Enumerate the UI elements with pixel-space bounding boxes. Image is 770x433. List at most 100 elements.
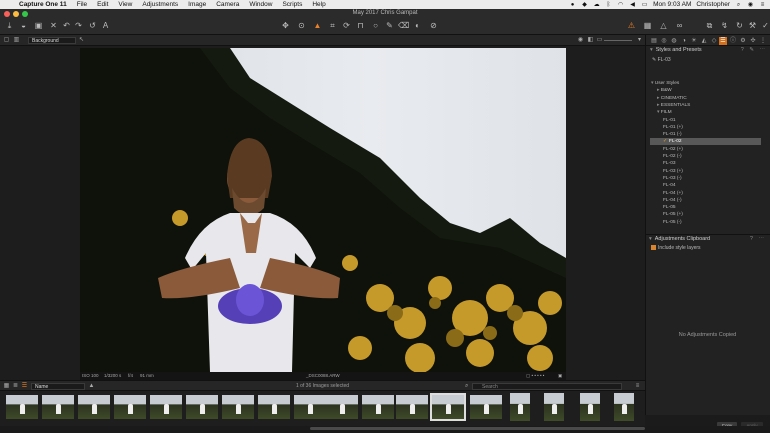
redo-icon[interactable]: ↷ <box>73 20 84 31</box>
process-icon[interactable]: ▣ <box>33 20 44 31</box>
tree-style-item[interactable]: FL-05 (+) <box>663 211 683 218</box>
record-icon[interactable]: ● <box>569 2 576 8</box>
volume-icon[interactable]: ◀ <box>629 2 636 8</box>
filter-icon[interactable]: ≡ <box>634 383 641 390</box>
menu-help[interactable]: Help <box>307 1 330 8</box>
menu-view[interactable]: View <box>113 1 137 8</box>
thumbnail[interactable] <box>114 395 146 419</box>
thumbnail[interactable] <box>580 393 600 421</box>
tree-style-item[interactable]: FL-01 (-) <box>663 131 682 138</box>
adjustments-clipboard-header[interactable]: ▾ Adjustments Clipboard ? ⋯ <box>645 234 770 243</box>
dropbox-icon[interactable]: ◆ <box>581 2 588 8</box>
collapse-caret-icon[interactable]: ▾ <box>649 236 652 242</box>
tree-style-item[interactable]: FL-03 (-) <box>663 175 682 182</box>
thumbnail-selected[interactable] <box>430 393 466 421</box>
tab-metadata-icon[interactable]: ⓘ <box>729 37 737 45</box>
tree-style-item[interactable]: ✓ FL-02 <box>650 138 761 146</box>
search-input[interactable]: Search <box>472 383 622 390</box>
menu-image[interactable]: Image <box>183 1 211 8</box>
loupe-tool-icon[interactable]: ⊙ <box>296 20 307 31</box>
filmstrip[interactable] <box>0 391 645 426</box>
cloud-icon[interactable]: ☁ <box>593 2 600 8</box>
tree-style-item[interactable]: FL-02 (+) <box>663 146 683 153</box>
filmstrip-scrollbar[interactable] <box>310 427 645 430</box>
menu-adjustments[interactable]: Adjustments <box>137 1 183 8</box>
apply-adjustments-icon[interactable]: ↯ <box>719 20 730 31</box>
exposure-warning-icon[interactable]: ⚠ <box>626 20 637 31</box>
tab-color-icon[interactable]: ◑ <box>680 37 688 45</box>
collapse-caret-icon[interactable]: ▾ <box>650 47 653 53</box>
tree-style-item[interactable]: FL-05 (-) <box>663 219 682 226</box>
layer-select[interactable]: Background <box>28 37 76 44</box>
layout-single-icon[interactable]: ▢ <box>3 37 10 44</box>
thumbnail[interactable] <box>186 395 218 419</box>
layout-multi-icon[interactable]: ▥ <box>13 37 20 44</box>
tree-folder[interactable]: ▾ FILM <box>657 109 672 116</box>
picker-tool-icon[interactable]: ⊘ <box>428 20 439 31</box>
tree-folder[interactable]: ▸ ESSENTIALS <box>657 102 690 109</box>
eraser-tool-icon[interactable]: ⌫ <box>398 20 409 31</box>
select-tool-icon[interactable]: ▲ <box>312 20 323 31</box>
app-menu[interactable]: Capture One 11 <box>14 1 72 8</box>
zoom-slider[interactable] <box>604 40 632 41</box>
bluetooth-icon[interactable]: ᛒ <box>605 2 612 8</box>
thumbnail[interactable] <box>510 393 530 421</box>
tree-folder[interactable]: ▸ B&W <box>657 87 672 94</box>
rating-dots[interactable]: ▢ • • • • • <box>526 372 544 380</box>
layer-back-icon[interactable]: ↖ <box>78 37 85 44</box>
thumbnail[interactable] <box>470 395 502 419</box>
tab-library-icon[interactable]: ▤ <box>650 37 658 45</box>
tree-style-item[interactable]: FL-04 <box>663 182 676 189</box>
reset-icon[interactable]: ↺ <box>87 20 98 31</box>
tree-style-item[interactable]: FL-04 (-) <box>663 197 682 204</box>
text-annotation-icon[interactable]: A <box>100 20 111 31</box>
tab-local-icon[interactable]: ◇ <box>710 37 718 45</box>
menu-camera[interactable]: Camera <box>211 1 244 8</box>
wrench-icon[interactable]: ⚒ <box>747 20 758 31</box>
styles-presets-header[interactable]: ▾ Styles and Presets ? ✎ ⋯ <box>646 46 770 55</box>
brush-tool-icon[interactable]: ✎ <box>384 20 395 31</box>
zoom-slider-icon[interactable]: ▭ <box>596 37 603 44</box>
tree-style-item[interactable]: FL-03 <box>663 160 676 167</box>
thumbnail[interactable] <box>258 395 290 419</box>
thumbnail[interactable] <box>326 395 358 419</box>
include-style-layers-option[interactable]: Include style layers <box>651 245 701 251</box>
compare-icon[interactable]: ◧ <box>587 37 594 44</box>
menu-edit[interactable]: Edit <box>92 1 113 8</box>
section-actions[interactable]: ? ⋯ <box>750 235 766 244</box>
keystone-tool-icon[interactable]: ⊓ <box>355 20 366 31</box>
color-tag-icon[interactable]: ▣ <box>558 372 562 380</box>
tree-folder[interactable]: ▸ CINEMATIC <box>657 95 687 102</box>
thumbnail[interactable] <box>614 393 634 421</box>
eye-icon[interactable]: ◉ <box>577 37 584 44</box>
thumbnail[interactable] <box>78 395 110 419</box>
search-icon[interactable]: ⌕ <box>735 2 742 8</box>
siri-icon[interactable]: ◉ <box>747 2 754 8</box>
grid-icon[interactable]: ▦ <box>642 20 653 31</box>
notifications-icon[interactable]: ≡ <box>759 2 766 8</box>
tree-style-item[interactable]: FL-02 (-) <box>663 153 682 160</box>
tree-style-item[interactable]: FL-05 <box>663 204 676 211</box>
tree-style-item[interactable]: FL-04 (+) <box>663 190 683 197</box>
tree-style-item[interactable]: FL-03 (+) <box>663 168 683 175</box>
copy-adjustments-icon[interactable]: ⧉ <box>704 20 715 31</box>
thumbnail[interactable] <box>6 395 38 419</box>
battery-icon[interactable]: ▭ <box>641 2 648 8</box>
delete-icon[interactable]: ✕ <box>48 20 59 31</box>
thumbnail[interactable] <box>294 395 326 419</box>
tab-adjustments-icon[interactable]: ☰ <box>719 37 727 45</box>
import-icon[interactable]: ⤓ <box>4 20 15 31</box>
menu-window[interactable]: Window <box>244 1 277 8</box>
user-name[interactable]: Christopher <box>696 1 730 8</box>
tree-style-item[interactable]: FL-01 <box>663 117 676 124</box>
thumbnail[interactable] <box>42 395 74 419</box>
rotate-tool-icon[interactable]: ⟳ <box>341 20 352 31</box>
menu-file[interactable]: File <box>72 1 92 8</box>
proof-glasses-icon[interactable]: ∞ <box>674 20 685 31</box>
clock[interactable]: Mon 9:03 AM <box>653 1 691 8</box>
section-actions[interactable]: ? ✎ ⋯ <box>741 46 767 55</box>
tab-capture-icon[interactable]: ◎ <box>660 37 668 45</box>
pan-tool-icon[interactable]: ✥ <box>280 20 291 31</box>
tab-batch-icon[interactable]: ✣ <box>749 37 757 45</box>
gradient-tool-icon[interactable]: ◐ <box>412 20 423 31</box>
